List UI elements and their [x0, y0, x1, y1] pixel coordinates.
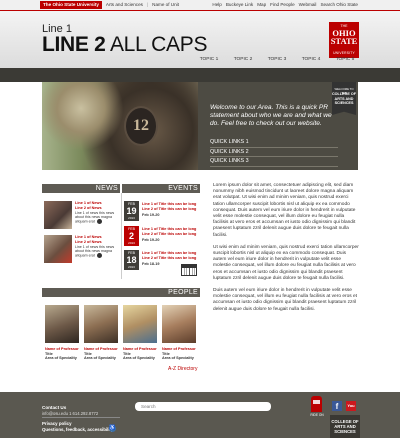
- utility-link-find-people[interactable]: Find People: [270, 1, 295, 9]
- person-photo: [84, 305, 118, 343]
- people-heading: PEOPLE: [42, 288, 200, 297]
- youtube-icon[interactable]: You: [346, 401, 356, 411]
- footer-rule: [42, 417, 120, 418]
- topic-5[interactable]: TOPIC 5: [328, 57, 362, 62]
- more-arrow-icon[interactable]: [96, 253, 102, 259]
- footer-contact-link[interactable]: Contact Us: [42, 405, 66, 410]
- bus-label: RIDE ON: [310, 413, 324, 417]
- event-title: Line 1 of Title this can be long Line 2 o…: [142, 251, 197, 260]
- quick-links: QUICK LINKS 1 QUICK LINKS 2 QUICK LINKS …: [210, 138, 338, 167]
- person-card[interactable]: Name of Professor Title Area of Speciali…: [45, 305, 81, 361]
- event-when: Feb 19-20: [142, 238, 160, 242]
- event-date: FEB 18 2013: [124, 250, 139, 270]
- hero-band: [0, 68, 400, 82]
- person-area: Area of Speciality: [84, 356, 116, 361]
- facebook-icon[interactable]: f: [332, 401, 342, 411]
- bus-icon[interactable]: [311, 396, 322, 412]
- event-title: Line 1 of Title this can be long Line 2 o…: [142, 202, 197, 211]
- hero: 12 Welcome to our Area. This is a quick …: [42, 82, 358, 170]
- calendar-icon[interactable]: [181, 264, 197, 276]
- news-thumbnail: [44, 235, 72, 263]
- person-area: Area of Speciality: [45, 356, 77, 361]
- person-card[interactable]: Name of Professor Title Area of Speciali…: [123, 305, 159, 361]
- hero-intro: Welcome to our Area. This is a quick PR …: [210, 104, 332, 127]
- utility-link-search[interactable]: Search Ohio State: [320, 1, 358, 9]
- event-when: Feb 19-20: [142, 213, 160, 217]
- topic-nav: TOPIC 1 TOPIC 2 TOPIC 3 TOPIC 4 TOPIC 5: [192, 57, 362, 62]
- topic-4[interactable]: TOPIC 4: [294, 57, 328, 62]
- person-card[interactable]: Name of Professor Title Area of Speciali…: [84, 305, 120, 361]
- person-name: Name of Professor: [84, 347, 118, 351]
- utility-bar: The Ohio State University Arts and Scien…: [0, 0, 400, 10]
- person-name: Name of Professor: [45, 347, 79, 351]
- news-heading: NEWS: [42, 184, 120, 193]
- site-title-bold: LINE 2: [42, 33, 106, 56]
- paragraph: Ut wisi enim ad minim veniam, quis nostr…: [213, 244, 359, 281]
- utility-link-help[interactable]: Help: [212, 1, 221, 9]
- footer-email[interactable]: info@osu.edu 1 614.292.8772: [42, 411, 98, 416]
- person-area: Area of Speciality: [162, 356, 194, 361]
- topic-3[interactable]: TOPIC 3: [260, 57, 294, 62]
- utility-links: Help Buckeye Link Map Find People Webmai…: [212, 1, 358, 9]
- masthead-rule: [0, 10, 400, 11]
- footer-questions-link[interactable]: Questions, feedback, accessibility: [42, 427, 114, 432]
- events-heading: EVENTS: [122, 184, 200, 193]
- utility-link-map[interactable]: Map: [257, 1, 266, 9]
- az-directory-link[interactable]: A-Z Directory: [168, 366, 197, 372]
- news-item[interactable]: Line 1 of News Line 2 of News Line 1 of n…: [44, 235, 120, 265]
- badge-college: COLLEGE OF ARTS AND SCIENCES: [332, 92, 356, 105]
- person-name: Name of Professor: [123, 347, 157, 351]
- news-title: Line 1 of News Line 2 of News: [75, 201, 102, 210]
- person-photo: [162, 305, 196, 343]
- osu-logo[interactable]: THE OHIO STATE UNIVERSITY: [329, 22, 359, 58]
- logo-university: UNIVERSITY: [333, 51, 355, 55]
- main-content: Lorem ipsum dolor sit amet, consectetuer…: [213, 183, 359, 319]
- news-item[interactable]: Line 1 of News Line 2 of News Line 1 of n…: [44, 201, 120, 231]
- person-photo: [123, 305, 157, 343]
- quick-link-2[interactable]: QUICK LINKS 2: [210, 148, 338, 157]
- quick-link-3[interactable]: QUICK LINKS 3: [210, 157, 338, 167]
- topic-2[interactable]: TOPIC 2: [226, 57, 260, 62]
- breadcrumb-home[interactable]: The Ohio State University: [40, 1, 102, 9]
- news-body: Line 1 of news this news about this news…: [75, 211, 115, 225]
- more-arrow-icon[interactable]: [96, 219, 102, 225]
- footer-college-logo[interactable]: COLLEGE OF ARTS AND SCIENCES: [330, 415, 360, 438]
- person-photo: [45, 305, 79, 343]
- breadcrumb: The Ohio State University Arts and Scien…: [40, 1, 183, 9]
- accessibility-icon[interactable]: ♿: [109, 425, 116, 432]
- logo-ohio-state: OHIO STATE: [330, 28, 358, 46]
- breadcrumb-arts-sciences[interactable]: Arts and Sciences: [102, 1, 147, 9]
- search-input[interactable]: [135, 402, 271, 411]
- footer-privacy-link[interactable]: Privacy policy: [42, 421, 72, 426]
- college-badge: WELCOME TO THE COLLEGE OF ARTS AND SCIENCE…: [332, 82, 356, 115]
- event-title: Line 1 of Title this can be long Line 2 o…: [142, 227, 197, 236]
- breadcrumb-unit[interactable]: Name of Unit: [148, 1, 183, 9]
- utility-link-buckeye[interactable]: Buckeye Link: [226, 1, 253, 9]
- event-date: FEB 19 2013: [124, 201, 139, 221]
- hero-photo-numeral: 12: [124, 106, 158, 146]
- news-title: Line 1 of News Line 2 of News: [75, 235, 102, 244]
- news-thumbnail: [44, 201, 72, 229]
- utility-link-webmail[interactable]: Webmail: [299, 1, 317, 9]
- person-area: Area of Speciality: [123, 356, 155, 361]
- person-name: Name of Professor: [162, 347, 196, 351]
- site-title-line2[interactable]: LINE 2 ALL CAPS: [42, 33, 207, 57]
- topic-1[interactable]: TOPIC 1: [192, 57, 226, 62]
- quick-link-1[interactable]: QUICK LINKS 1: [210, 138, 338, 148]
- person-card[interactable]: Name of Professor Title Area of Speciali…: [162, 305, 198, 361]
- event-date: FEB 2 2013: [124, 226, 139, 246]
- paragraph: Lorem ipsum dolor sit amet, consectetuer…: [213, 183, 356, 238]
- paragraph: Duis autem vel eum iriure dolor in hendr…: [213, 288, 357, 312]
- hero-photo: 12: [42, 82, 198, 170]
- column-divider: [121, 193, 122, 279]
- site-title-rest: ALL CAPS: [105, 33, 208, 56]
- event-when: Feb 18-19: [142, 262, 160, 266]
- news-body: Line 1 of news this news about this news…: [75, 245, 115, 259]
